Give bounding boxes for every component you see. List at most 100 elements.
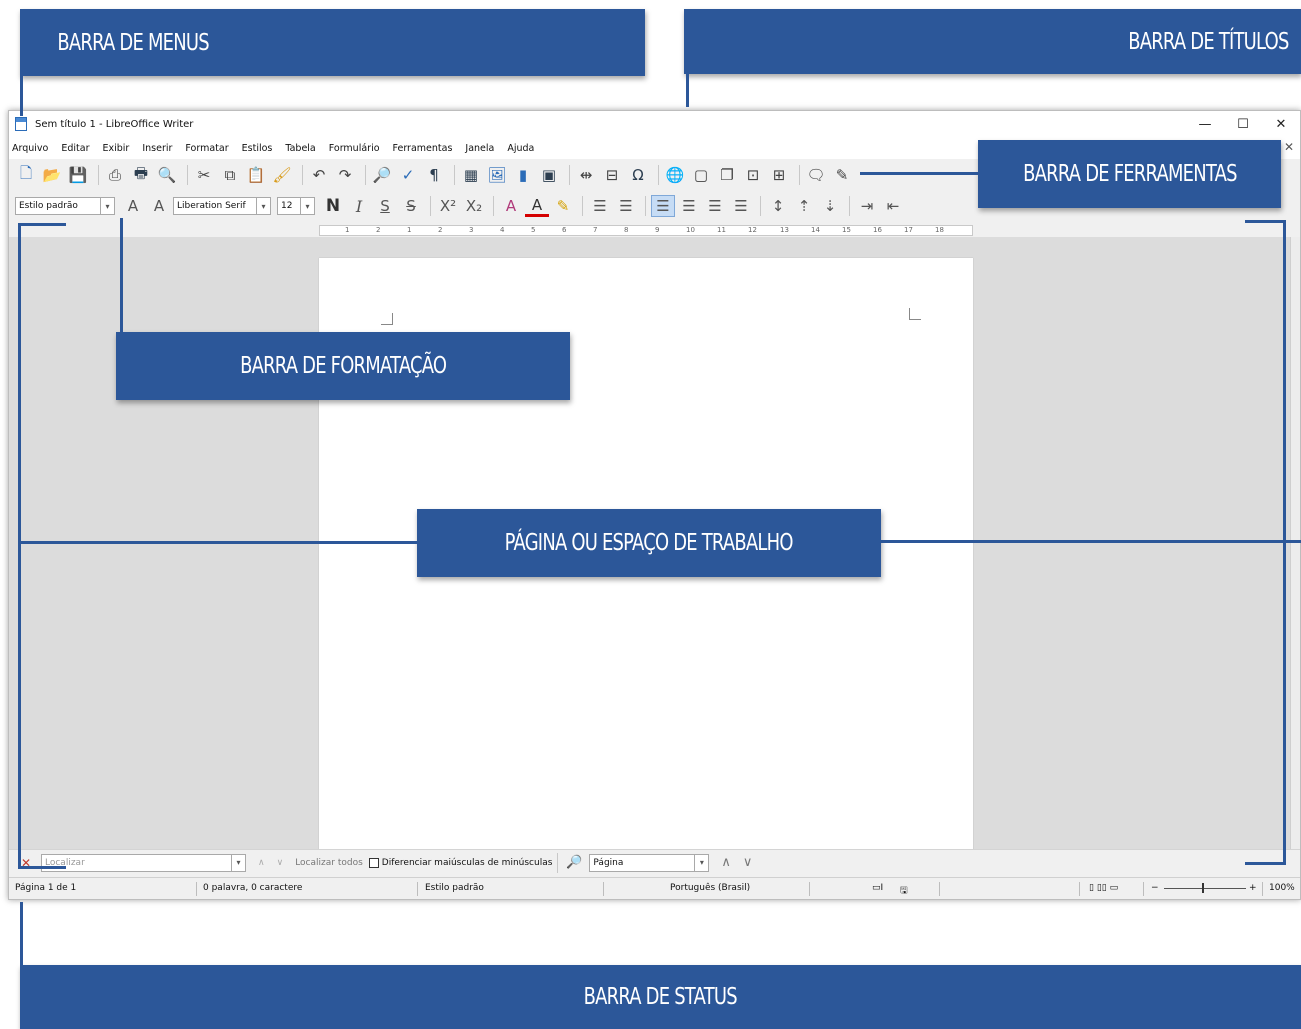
chevron-down-icon[interactable]: ▾ [231, 854, 245, 871]
align-right-icon[interactable]: ☰ [703, 195, 727, 217]
ruler-tick-label: 11 [717, 226, 726, 234]
open-folder-icon[interactable]: 📂 [41, 164, 63, 186]
menu-exibir[interactable]: Exibir [103, 143, 130, 154]
menu-ajuda[interactable]: Ajuda [507, 143, 534, 154]
chevron-down-icon[interactable]: ▾ [256, 198, 270, 214]
new-style-icon[interactable]: A [147, 195, 171, 217]
special-character-icon[interactable]: Ω [627, 164, 649, 186]
align-left-icon[interactable]: ☰ [651, 195, 675, 217]
vertical-scrollbar[interactable] [1290, 237, 1300, 849]
document-modified-icon[interactable]: 🖫 [900, 883, 908, 899]
strikethrough-icon[interactable]: S [399, 195, 423, 217]
close-document-icon[interactable]: ✕ [1284, 140, 1294, 154]
font-name-combo[interactable]: Liberation Serif ▾ [173, 197, 271, 215]
insert-mode-icon[interactable]: ▭I [872, 883, 883, 893]
navigate-up-icon[interactable]: ∧ [721, 855, 731, 870]
menu-janela[interactable]: Janela [465, 143, 494, 154]
insert-table-icon[interactable]: ▦ [460, 164, 482, 186]
italic-icon[interactable]: I [347, 195, 371, 217]
spelling-icon[interactable]: ✓ [397, 164, 419, 186]
horizontal-ruler[interactable]: 1 2 1 2 3 4 5 6 7 8 9 10 11 12 13 14 15 16 17 18 [319, 225, 973, 236]
minimize-button[interactable]: — [1186, 111, 1224, 137]
bold-icon[interactable]: N [321, 195, 345, 217]
zoom-out-icon[interactable]: − [1151, 883, 1159, 893]
zoom-level[interactable]: 100% [1269, 883, 1295, 893]
navigate-by-combo[interactable]: Página ▾ [589, 853, 710, 872]
track-changes-icon[interactable]: ✎ [831, 164, 853, 186]
menu-formulario[interactable]: Formulário [329, 143, 380, 154]
word-count[interactable]: 0 palavra, 0 caractere [203, 883, 302, 893]
page-count[interactable]: Página 1 de 1 [15, 883, 76, 893]
decrease-indent-icon[interactable]: ⇤ [881, 195, 905, 217]
print-icon[interactable]: 🖶 [130, 164, 152, 186]
footnote-icon[interactable]: ▢ [690, 164, 712, 186]
line-spacing-icon[interactable]: ↕ [766, 195, 790, 217]
menu-inserir[interactable]: Inserir [142, 143, 172, 154]
bookmark-icon[interactable]: ⊡ [742, 164, 764, 186]
menu-ferramentas[interactable]: Ferramentas [393, 143, 453, 154]
chevron-down-icon[interactable]: ▾ [300, 198, 314, 214]
clone-formatting-icon[interactable]: 🖌 [271, 164, 293, 186]
save-icon[interactable]: 💾 [67, 164, 89, 186]
print-preview-icon[interactable]: 🔍 [156, 164, 178, 186]
maximize-button[interactable]: ☐ [1224, 111, 1262, 137]
insert-field-icon[interactable]: ⊟ [601, 164, 623, 186]
insert-image-icon[interactable]: 🖼 [486, 164, 508, 186]
find-next-icon[interactable]: ∨ [277, 858, 284, 868]
menu-estilos[interactable]: Estilos [242, 143, 273, 154]
find-replace-icon[interactable]: 🔎 [371, 164, 393, 186]
zoom-in-icon[interactable]: + [1249, 883, 1257, 893]
insert-chart-icon[interactable]: ▮ [512, 164, 534, 186]
hyperlink-icon[interactable]: 🌐 [664, 164, 686, 186]
menu-tabela[interactable]: Tabela [285, 143, 315, 154]
find-input[interactable]: Localizar ▾ [41, 853, 246, 872]
undo-icon[interactable]: ↶ [308, 164, 330, 186]
page-break-icon[interactable]: ⇹ [575, 164, 597, 186]
menu-editar[interactable]: Editar [61, 143, 89, 154]
view-layout-icon[interactable]: ▯ ▯▯ ▭ [1089, 883, 1118, 893]
superscript-icon[interactable]: X² [436, 195, 460, 217]
navigate-down-icon[interactable]: ∨ [743, 855, 753, 870]
find-previous-icon[interactable]: ∧ [258, 858, 265, 868]
copy-icon[interactable]: ⧉ [219, 164, 241, 186]
window-controls: — ☐ ✕ [1186, 111, 1300, 137]
language[interactable]: Português (Brasil) [670, 883, 750, 893]
underline-icon[interactable]: S [373, 195, 397, 217]
paragraph-spacing-up-icon[interactable]: ⇡ [792, 195, 816, 217]
cut-icon[interactable]: ✂ [193, 164, 215, 186]
export-pdf-icon[interactable]: ⎙ [104, 164, 126, 186]
close-button[interactable]: ✕ [1262, 111, 1300, 137]
formatting-marks-icon[interactable]: ¶ [423, 164, 445, 186]
highlight-icon[interactable]: ✎ [551, 195, 575, 217]
increase-indent-icon[interactable]: ⇥ [855, 195, 879, 217]
menu-formatar[interactable]: Formatar [185, 143, 228, 154]
zoom-slider[interactable] [1164, 888, 1246, 889]
endnote-icon[interactable]: ❐ [716, 164, 738, 186]
comment-icon[interactable]: 🗨 [805, 164, 827, 186]
clear-formatting-icon[interactable]: A [499, 195, 523, 217]
menu-arquivo[interactable]: Arquivo [12, 143, 48, 154]
paragraph-style-combo[interactable]: Estilo padrão ▾ [15, 197, 115, 215]
numbered-list-icon[interactable]: ☰ [614, 195, 638, 217]
bullet-list-icon[interactable]: ☰ [588, 195, 612, 217]
font-color-icon[interactable]: A [525, 195, 549, 217]
new-document-icon[interactable]: 🗋 [15, 164, 37, 186]
zoom-slider-thumb[interactable] [1202, 883, 1204, 893]
paste-icon[interactable]: 📋 [245, 164, 267, 186]
chevron-down-icon[interactable]: ▾ [694, 854, 708, 871]
align-center-icon[interactable]: ☰ [677, 195, 701, 217]
paragraph-spacing-down-icon[interactable]: ⇣ [818, 195, 842, 217]
chevron-down-icon[interactable]: ▾ [100, 198, 114, 214]
toolbar-separator [302, 165, 303, 185]
find-replace-icon[interactable]: 🔎 [563, 852, 585, 874]
find-all-button[interactable]: Localizar todos [295, 858, 363, 868]
justify-icon[interactable]: ☰ [729, 195, 753, 217]
match-case-checkbox[interactable] [368, 857, 379, 868]
insert-textbox-icon[interactable]: ▣ [538, 164, 560, 186]
redo-icon[interactable]: ↷ [334, 164, 356, 186]
cross-reference-icon[interactable]: ⊞ [768, 164, 790, 186]
font-size-combo[interactable]: 12 ▾ [277, 197, 315, 215]
subscript-icon[interactable]: X₂ [462, 195, 486, 217]
page-style[interactable]: Estilo padrão [425, 883, 484, 893]
update-style-icon[interactable]: A [121, 195, 145, 217]
